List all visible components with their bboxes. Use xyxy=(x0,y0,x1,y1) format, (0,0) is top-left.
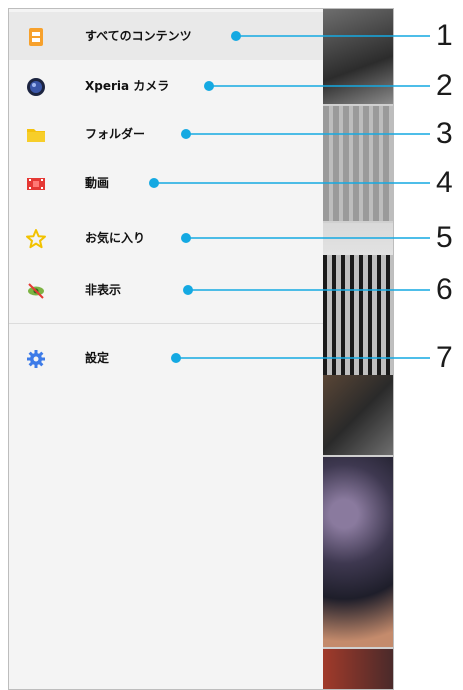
callout-number-5: 5 xyxy=(436,221,453,254)
callout-dot-3 xyxy=(181,129,191,139)
callout-number-1: 1 xyxy=(436,19,453,52)
callout-dot-5 xyxy=(181,233,191,243)
callout-dot-1 xyxy=(231,31,241,41)
callout-number-2: 2 xyxy=(436,69,453,102)
callout-lines xyxy=(149,31,430,363)
callout-number-4: 4 xyxy=(436,166,453,199)
callout-dot-7 xyxy=(171,353,181,363)
callout-number-6: 6 xyxy=(436,273,453,306)
callout-dot-4 xyxy=(149,178,159,188)
callout-number-7: 7 xyxy=(436,341,453,374)
callout-dot-6 xyxy=(183,285,193,295)
callout-dot-2 xyxy=(204,81,214,91)
callout-number-3: 3 xyxy=(436,117,453,150)
